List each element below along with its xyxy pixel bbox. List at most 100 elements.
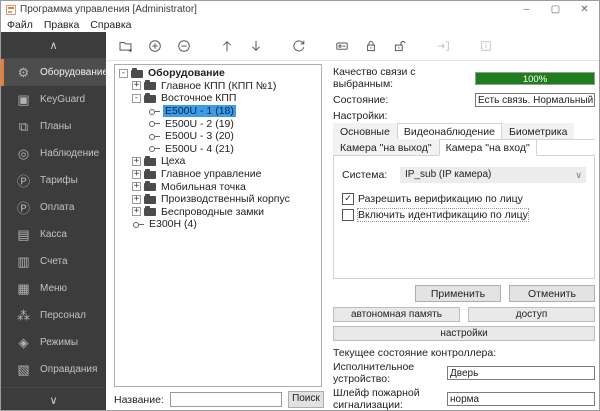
cash-desk-icon: ▤ xyxy=(15,227,32,243)
access-button[interactable]: доступ xyxy=(468,307,595,322)
move-up-icon[interactable] xyxy=(219,38,235,54)
tree-node[interactable]: + Производственный корпус xyxy=(117,193,321,206)
app-icon xyxy=(6,5,16,15)
camera-entry-panel: Система: IP_sub (IP камера) ∨ ✓ Разрешит… xyxy=(333,155,595,279)
tree-node[interactable]: + Мобильная точка xyxy=(117,180,321,193)
sidebar-item-menu[interactable]: ▦ Меню xyxy=(1,275,106,302)
system-select[interactable]: IP_sub (IP камера) ∨ xyxy=(400,167,586,183)
close-button[interactable]: ✕ xyxy=(570,1,599,18)
apply-button[interactable]: Применить xyxy=(415,285,501,302)
app-window: Программа управления [Administrator] – ▢… xyxy=(0,0,600,411)
expand-icon[interactable]: + xyxy=(132,195,141,204)
tree-node-label[interactable]: E500U - 1 (18) xyxy=(163,105,236,117)
tree-node-label[interactable]: Оборудование xyxy=(146,67,227,79)
folder-icon xyxy=(144,196,156,204)
sidebar-item-modes[interactable]: ◈ Режимы xyxy=(1,329,106,356)
expand-icon[interactable]: + xyxy=(132,157,141,166)
tab-biometrics[interactable]: Биометрика xyxy=(502,123,574,140)
sidebar-scroll-down[interactable]: ∨ xyxy=(1,387,106,411)
sidebar-item-label: Режимы xyxy=(40,337,78,348)
tree-node-label[interactable]: Беспроводные замки xyxy=(159,206,266,218)
lock-closed-icon[interactable] xyxy=(363,38,379,54)
tree-node[interactable]: E500U - 2 (19) xyxy=(117,117,321,130)
tree-node-root[interactable]: - Оборудование xyxy=(117,67,321,80)
refresh-icon[interactable] xyxy=(291,38,307,54)
tab-camera-exit[interactable]: Камера "на выход" xyxy=(333,139,439,156)
menu-help[interactable]: Справка xyxy=(90,19,131,31)
tab-general[interactable]: Основные xyxy=(333,123,397,140)
sidebar-scroll-up[interactable]: ∧ xyxy=(1,32,106,59)
verification-checkbox-label[interactable]: Разрешить верификацию по лицу xyxy=(358,193,523,205)
sidebar-item-equipment[interactable]: ⚙ Оборудование xyxy=(1,59,106,86)
sidebar-item-label: Наблюдение xyxy=(40,148,99,159)
menu-file[interactable]: Файл xyxy=(7,19,33,31)
menu-edit[interactable]: Правка xyxy=(44,19,79,31)
sidebar-item-excuses[interactable]: ▧ Оправдания xyxy=(1,356,106,383)
identification-checkbox-row[interactable]: Включить идентификацию по лицу xyxy=(342,209,586,221)
tree-node-label[interactable]: Восточное КПП xyxy=(159,92,238,104)
expand-icon[interactable]: + xyxy=(132,81,141,90)
tree-node[interactable]: + Главное управление xyxy=(117,168,321,181)
autonomous-memory-button[interactable]: автономная память xyxy=(333,307,460,322)
tree-node-label[interactable]: E500U - 2 (19) xyxy=(163,118,236,130)
collapse-icon[interactable]: - xyxy=(119,69,128,78)
tree-node-label[interactable]: Мобильная точка xyxy=(159,181,248,193)
sidebar-item-personnel[interactable]: ⁂ Персонал xyxy=(1,302,106,329)
search-input[interactable] xyxy=(170,392,282,407)
tab-camera-entry[interactable]: Камера "на вход" xyxy=(439,139,537,156)
expand-icon[interactable]: + xyxy=(132,182,141,191)
sidebar-item-cash-desk[interactable]: ▤ Касса xyxy=(1,221,106,248)
reader-icon[interactable] xyxy=(334,38,350,54)
search-name-label: Название: xyxy=(114,394,164,406)
tree-node[interactable]: - Восточное КПП xyxy=(117,92,321,105)
tree-node[interactable]: + Беспроводные замки xyxy=(117,206,321,219)
sidebar-item-plans[interactable]: ⧉ Планы xyxy=(1,113,106,140)
tree-node[interactable]: E500U - 4 (21) xyxy=(117,143,321,156)
sidebar-item-tariffs[interactable]: Ⓟ Тарифы xyxy=(1,167,106,194)
maximize-button[interactable]: ▢ xyxy=(541,1,570,18)
sidebar-item-payment[interactable]: Ⓟ Оплата xyxy=(1,194,106,221)
minimize-button[interactable]: – xyxy=(512,1,541,18)
folder-icon xyxy=(144,158,156,166)
tree-node-label[interactable]: Цеха xyxy=(159,155,187,167)
checkbox-checked-icon[interactable]: ✓ xyxy=(342,193,354,205)
tree-node[interactable]: + Главное КПП (КПП №1) xyxy=(117,80,321,93)
checkbox-unchecked-icon[interactable] xyxy=(342,209,354,221)
remove-device-icon[interactable] xyxy=(176,38,192,54)
add-device-icon[interactable] xyxy=(147,38,163,54)
sidebar-item-label: Касса xyxy=(40,229,67,240)
sidebar: ∧ ⚙ Оборудование ▣ KeyGuard ⧉ Планы ◎ На… xyxy=(1,32,106,411)
state-value: Есть связь. Нормальный режим. xyxy=(475,93,595,107)
cancel-button[interactable]: Отменить xyxy=(509,285,595,302)
tree-node-label[interactable]: E300H (4) xyxy=(147,218,199,230)
sidebar-item-surveillance[interactable]: ◎ Наблюдение xyxy=(1,140,106,167)
camera-tabs: Камера "на выход" Камера "на вход" xyxy=(333,140,595,156)
sidebar-item-accounts[interactable]: ▥ Счета xyxy=(1,248,106,275)
tab-video[interactable]: Видеонаблюдение xyxy=(397,123,502,140)
move-down-icon[interactable] xyxy=(248,38,264,54)
expand-icon[interactable]: + xyxy=(132,170,141,179)
tree-node-label[interactable]: E500U - 4 (21) xyxy=(163,143,236,155)
collapse-icon[interactable]: - xyxy=(132,94,141,103)
fire-loop-value: норма xyxy=(447,392,595,406)
tree-node-label[interactable]: Главное КПП (КПП №1) xyxy=(159,80,278,92)
controller-icon xyxy=(148,144,161,153)
identification-checkbox-label[interactable]: Включить идентификацию по лицу xyxy=(358,209,528,221)
tree-node-label[interactable]: E500U - 3 (20) xyxy=(163,130,236,142)
tree-node-selected[interactable]: E500U - 1 (18) xyxy=(117,105,321,118)
expand-icon[interactable]: + xyxy=(132,207,141,216)
tree-node[interactable]: E500U - 3 (20) xyxy=(117,130,321,143)
exit-pass-icon xyxy=(435,38,451,54)
sidebar-item-label: Оплата xyxy=(40,202,74,213)
lock-open-icon[interactable] xyxy=(392,38,408,54)
verification-checkbox-row[interactable]: ✓ Разрешить верификацию по лицу xyxy=(342,193,586,205)
sidebar-item-label: KeyGuard xyxy=(40,94,85,105)
settings-button[interactable]: настройки xyxy=(333,326,595,341)
add-folder-icon[interactable] xyxy=(118,38,134,54)
tree-node-label[interactable]: Главное управление xyxy=(159,168,263,180)
sidebar-item-keyguard[interactable]: ▣ KeyGuard xyxy=(1,86,106,113)
search-button[interactable]: Поиск xyxy=(288,391,324,408)
tree-node[interactable]: + Цеха xyxy=(117,155,321,168)
tree-node-label[interactable]: Производственный корпус xyxy=(159,193,292,205)
tree-node[interactable]: E300H (4) xyxy=(117,218,321,231)
